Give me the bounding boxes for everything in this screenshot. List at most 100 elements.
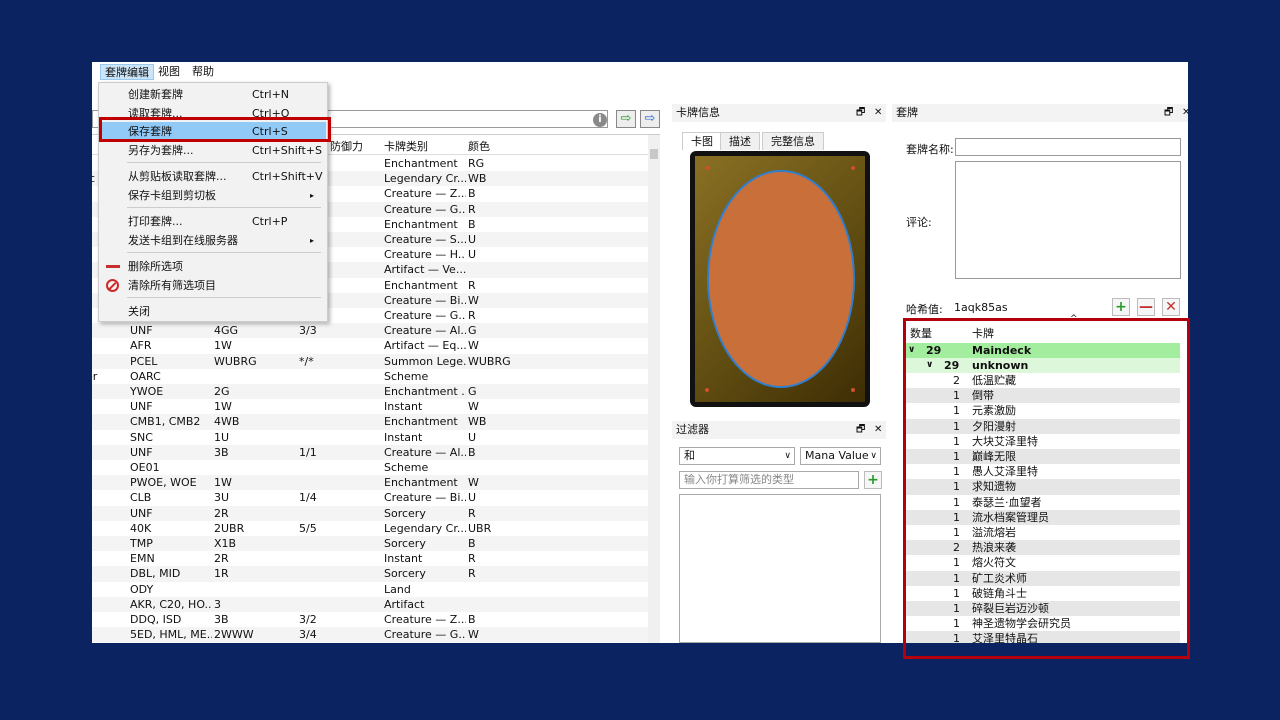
table-row[interactable]: UNF 2R Sorcery R (92, 505, 648, 521)
col-color[interactable]: 颜色 (468, 138, 490, 154)
menu-item-label: 打印套牌... (128, 215, 183, 228)
highlight-save-deck (99, 117, 331, 142)
add-to-side-button[interactable]: ⇨ (640, 110, 660, 128)
remove-card-button[interactable]: ✕ (1162, 298, 1180, 316)
menu-item[interactable]: 关闭 (100, 302, 326, 321)
card-info-label: 卡牌信息 (676, 106, 720, 119)
table-row[interactable]: ODY Land (92, 582, 648, 597)
menu-separator (127, 162, 321, 163)
filter-text-input[interactable]: 输入你打算筛选的类型 (679, 471, 859, 489)
menu-item[interactable]: 创建新套牌 Ctrl+N (100, 85, 326, 104)
cell-cost: 2WWW (214, 628, 254, 642)
close-icon[interactable]: ✕ (874, 104, 882, 122)
cell-color: UBR (468, 521, 492, 535)
col-type[interactable]: 卡牌类别 (384, 138, 428, 154)
table-row[interactable]: OE01 Scheme (92, 460, 648, 475)
cell-set: DBL, MID (130, 567, 181, 581)
cell-cost: 2G (214, 385, 230, 398)
deck-comment-input[interactable] (955, 161, 1181, 279)
cell-set: AKR, C20, HO... (130, 597, 212, 611)
table-row[interactable]: CMB1, CMB2 4WB Enchantment WB (92, 414, 648, 430)
cell-type: Enchantment (384, 278, 458, 292)
table-row[interactable]: UNF 3B 1/1 Creature — Al... B (92, 444, 648, 460)
cell-set: OARC (130, 369, 161, 383)
menu-view[interactable]: 视图 (154, 64, 184, 80)
table-row[interactable]: PWOE, WOE 1W Enchantment W (92, 475, 648, 491)
float-icon[interactable]: 🗗 (856, 104, 865, 122)
menu-item[interactable]: 从剪贴板读取套牌... Ctrl+Shift+V (100, 167, 326, 186)
cell-set: CLB (130, 491, 152, 505)
table-row[interactable]: DBL, MID 1R Sorcery R (92, 566, 648, 582)
close-icon[interactable]: ✕ (874, 421, 882, 439)
table-row[interactable]: PCEL WUBRG */* Summon Lege... WUBRG (92, 353, 648, 369)
cell-set: UNF (130, 324, 153, 338)
deck-name-input[interactable] (955, 138, 1181, 156)
cell-set: PWOE, WOE (130, 476, 197, 490)
col-toughness[interactable]: 防御力 (330, 138, 363, 154)
cell-color: R (468, 278, 476, 292)
cell-color: WUBRG (468, 354, 511, 368)
cell-color: B (468, 613, 476, 626)
menu-item-label: 删除所选项 (128, 260, 183, 273)
menu-item[interactable]: 保存卡组到剪切板 ▸ (100, 186, 326, 205)
table-row[interactable]: 40K 2UBR 5/5 Legendary Cr... UBR (92, 521, 648, 536)
card-back-image (690, 151, 870, 407)
cell-type: Enchantment ... (384, 385, 466, 398)
cell-color: U (468, 430, 477, 444)
table-row[interactable]: UNF 4GG 3/3 Creature — Al... G (92, 323, 648, 339)
float-icon[interactable]: 🗗 (856, 421, 865, 439)
table-row[interactable]: UNF 1W Instant W (92, 399, 648, 414)
cell-color: U (468, 491, 477, 505)
table-row[interactable]: EMN 2R Instant R (92, 551, 648, 566)
menu-item[interactable]: 清除所有筛选项目 (100, 276, 326, 295)
decrement-button[interactable]: — (1137, 298, 1155, 316)
cell-cost: 2R (214, 552, 229, 566)
cell-set: OE01 (130, 461, 160, 474)
menu-help[interactable]: 帮助 (188, 64, 218, 80)
cell-type: Summon Lege... (384, 354, 466, 368)
add-to-main-button[interactable]: ⇨ (616, 110, 636, 128)
cell-type: Enchantment (384, 157, 458, 170)
menu-item[interactable]: 删除所选项 (100, 257, 326, 276)
cell-cost: 1R (214, 567, 229, 581)
menu-item[interactable]: 发送卡组到在线服务器 ▸ (100, 231, 326, 250)
tab-full-info[interactable]: 完整信息 (762, 132, 824, 150)
cell-color: G (468, 385, 477, 398)
cell-cost: 3B (214, 445, 229, 459)
cell-set: 5ED, HML, ME... (130, 628, 212, 642)
table-row[interactable]: YWOE 2G Enchantment ... G (92, 384, 648, 400)
table-scrollbar[interactable] (648, 135, 660, 643)
menu-item-label: 关闭 (128, 305, 150, 318)
table-row[interactable]: CLB 3U 1/4 Creature — Bi... U (92, 490, 648, 505)
cell-cost: 2R (214, 506, 229, 520)
hash-label: 哈希值: (906, 303, 943, 316)
float-icon[interactable]: 🗗 (1164, 104, 1173, 122)
table-row[interactable]: 5ED, HML, ME... 2WWW 3/4 Creature — G... W (92, 627, 648, 643)
cell-cost: 3U (214, 491, 230, 505)
menu-item[interactable]: 另存为套牌... Ctrl+Shift+S (100, 141, 326, 160)
filter-logic-select[interactable]: 和 ∨ (679, 447, 795, 465)
menu-deck-edit[interactable]: 套牌编辑 (100, 64, 154, 80)
increment-button[interactable]: + (1112, 298, 1130, 316)
filter-title: 过滤器 🗗 ✕ (672, 421, 886, 439)
clear-filter-icon (106, 279, 119, 292)
menu-item-label: 从剪贴板读取套牌... (128, 170, 227, 183)
table-row[interactable]: AKR, C20, HO... 3 Artifact (92, 596, 648, 612)
scroll-thumb[interactable] (650, 149, 658, 159)
filter-field-select[interactable]: Mana Value ∨ (800, 447, 881, 465)
cell-set: AFR (130, 339, 152, 353)
tab-card-image[interactable]: 卡图 (682, 132, 722, 150)
table-row[interactable]: erOARCScheme (92, 369, 648, 384)
cell-type: Sorcery (384, 537, 426, 550)
info-icon[interactable]: i (593, 113, 607, 127)
table-row[interactable]: SNC 1U Instant U (92, 430, 648, 445)
table-row[interactable]: DDQ, ISD 3B 3/2 Creature — Z... B (92, 612, 648, 627)
tab-description[interactable]: 描述 (720, 132, 760, 150)
menu-item[interactable]: 打印套牌... Ctrl+P (100, 212, 326, 231)
table-row[interactable]: AFR 1W Artifact — Eq... W (92, 338, 648, 353)
close-icon[interactable]: ✕ (1182, 104, 1188, 122)
menu-item-label: 另存为套牌... (128, 144, 194, 157)
add-filter-button[interactable]: + (864, 471, 882, 489)
table-row[interactable]: TMP X1B Sorcery B (92, 536, 648, 552)
filter-list[interactable] (679, 494, 881, 643)
